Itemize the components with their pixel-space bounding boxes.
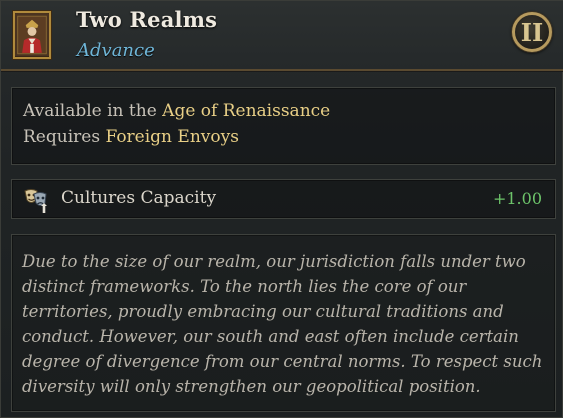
availability-line: Available in the Age of Renaissance [23,101,330,121]
age-badge: II [512,12,552,52]
age-link[interactable]: Age of Renaissance [162,101,330,121]
prerequisite-prefix: Requires [23,127,101,147]
flavor-text: Due to the size of our realm, our jurisd… [22,252,543,396]
royal-portrait-icon [13,11,51,59]
requirements-panel: Available in the Age of Renaissance Requ… [11,87,556,165]
theater-masks-icon [22,185,52,215]
modifier-label: Cultures Capacity [61,188,217,208]
tooltip-header: Two Realms Advance II [1,1,563,71]
prerequisite-line: Requires Foreign Envoys [23,127,239,147]
advance-title: Two Realms [76,7,218,32]
advance-type-label: Advance [77,40,155,61]
description-panel: Due to the size of our realm, our jurisd… [11,234,556,412]
age-numeral: II [520,17,544,47]
modifier-row: Cultures Capacity +1.00 [11,179,556,219]
prerequisite-link[interactable]: Foreign Envoys [105,127,239,147]
modifier-value: +1.00 [492,189,542,208]
availability-prefix: Available in the [23,101,157,121]
advance-tooltip: Two Realms Advance II Available in the A… [0,0,563,418]
